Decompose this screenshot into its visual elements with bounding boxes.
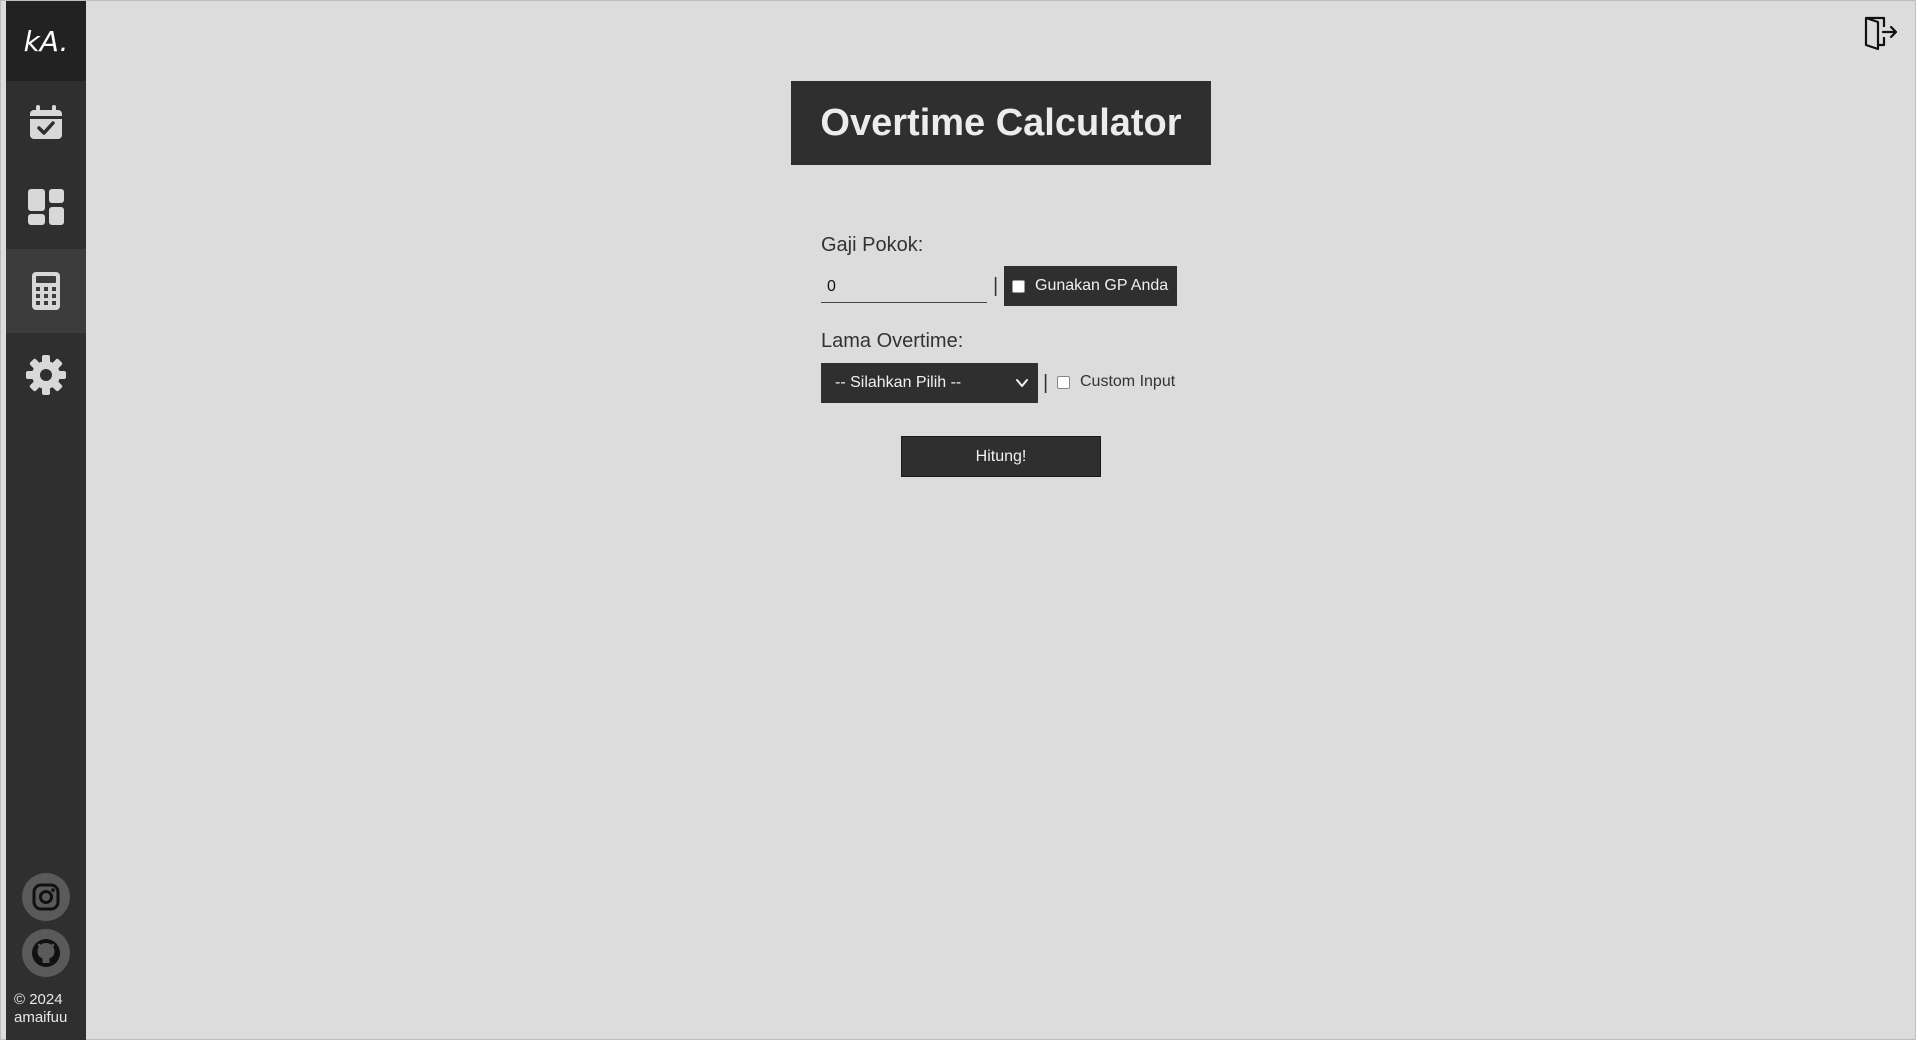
copyright-author: amaifuu (14, 1009, 68, 1026)
calculator-icon (32, 272, 60, 310)
instagram-link[interactable] (6, 873, 86, 921)
page-title: Overtime Calculator (791, 81, 1211, 165)
app-window: kA. © 2024 amaifuu Overtime Calculator G… (0, 0, 1916, 1040)
lama-overtime-label: Lama Overtime: (821, 330, 964, 352)
sidebar-item-calculator[interactable] (6, 249, 86, 333)
copyright-text: © 2024 amaifuu (14, 991, 67, 1027)
instagram-icon (22, 873, 70, 921)
brand-logo[interactable]: kA. (6, 1, 86, 81)
gaji-pokok-label: Gaji Pokok: (821, 234, 924, 256)
dashboard-icon (28, 189, 64, 225)
hitung-button[interactable]: Hitung! (901, 436, 1101, 477)
github-link[interactable] (6, 929, 86, 977)
gaji-pokok-input[interactable] (821, 271, 987, 303)
github-icon (22, 929, 70, 977)
separator: | (993, 275, 999, 297)
custom-input-checkbox[interactable]: Custom Input (1057, 373, 1175, 391)
sidebar-item-calendar[interactable] (6, 81, 86, 165)
gunakan-gp-label: Gunakan GP Anda (1035, 277, 1169, 294)
separator: | (1043, 372, 1049, 394)
gear-icon (26, 355, 66, 395)
gunakan-gp-checkbox[interactable]: Gunakan GP Anda (1004, 266, 1177, 306)
select-value: -- Silahkan Pilih -- (835, 374, 962, 391)
checkbox-box[interactable] (1012, 279, 1025, 293)
sidebar: kA. © 2024 amaifuu (6, 1, 86, 1040)
calendar-check-icon (30, 105, 62, 139)
sidebar-item-settings[interactable] (6, 333, 86, 417)
chevron-down-icon (1016, 379, 1028, 387)
copyright-year: © 2024 (14, 991, 63, 1008)
lama-overtime-select[interactable]: -- Silahkan Pilih -- (821, 363, 1038, 403)
checkbox-box[interactable] (1057, 375, 1070, 389)
logout-door-icon (1864, 16, 1898, 51)
logout-button[interactable] (1863, 15, 1899, 56)
sidebar-item-dashboard[interactable] (6, 165, 86, 249)
custom-input-label: Custom Input (1080, 373, 1176, 390)
